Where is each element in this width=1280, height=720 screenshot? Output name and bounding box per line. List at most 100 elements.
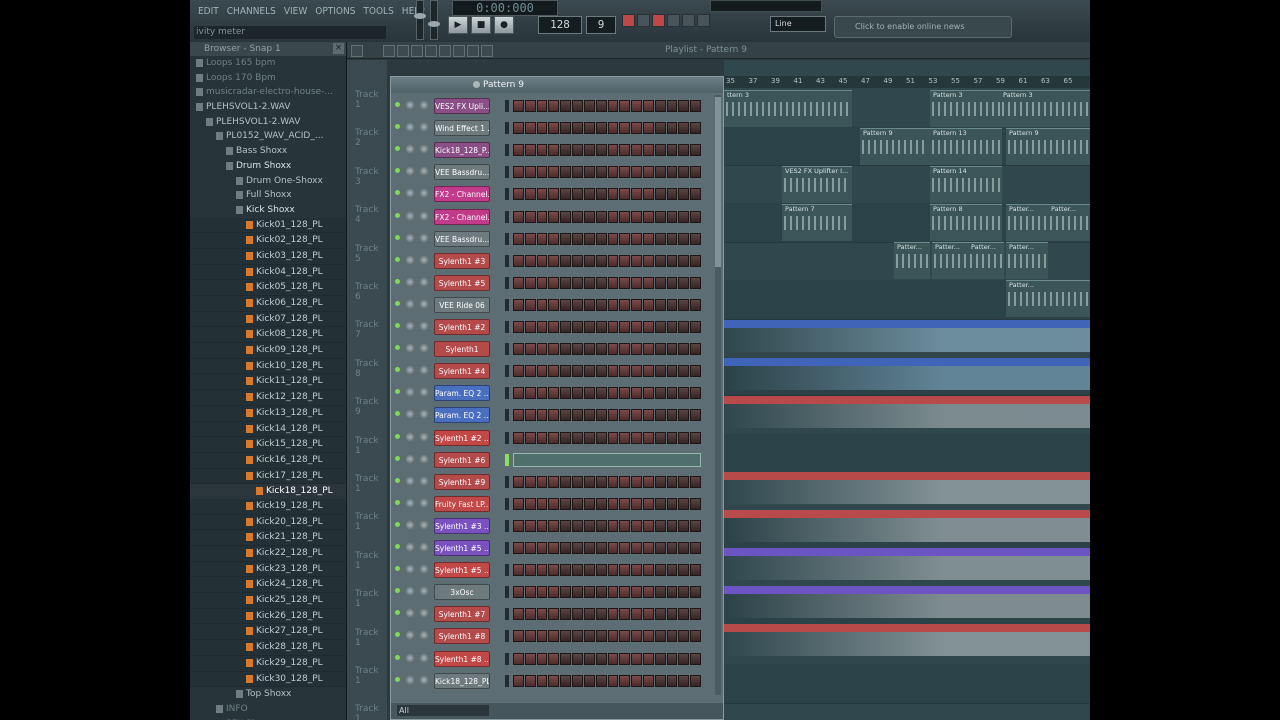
step-button[interactable] [678, 298, 690, 311]
channel-pan-knob[interactable] [405, 254, 415, 265]
step-button[interactable] [572, 144, 583, 157]
step-button[interactable] [513, 188, 524, 201]
channel-button[interactable]: Sylenth1 #8 ... [434, 650, 490, 667]
browser-item[interactable]: Kick09_128_PL [190, 343, 346, 359]
step-button[interactable] [513, 564, 524, 577]
step-button[interactable] [595, 497, 607, 510]
channel-button[interactable]: VES2 FX Upli... [434, 98, 490, 114]
channel-button[interactable]: Sylenth1 #3 ... [434, 517, 490, 534]
step-button[interactable] [595, 232, 607, 245]
step-button[interactable] [666, 431, 678, 444]
channel-pan-knob[interactable] [405, 321, 415, 331]
channel-pan-knob[interactable] [405, 232, 415, 243]
step-button[interactable] [548, 564, 560, 577]
step-button[interactable] [560, 166, 572, 179]
step-button[interactable] [654, 652, 666, 665]
automation-clip-header[interactable] [724, 510, 1090, 518]
step-button[interactable] [631, 475, 642, 488]
channel-mute-toggle[interactable] [395, 455, 400, 461]
channel-select-indicator[interactable] [505, 608, 509, 621]
step-button[interactable] [560, 254, 572, 267]
step-button[interactable] [548, 100, 560, 112]
step-button[interactable] [654, 321, 666, 333]
automation-clip-header[interactable] [724, 320, 1090, 328]
step-button[interactable] [513, 608, 524, 621]
step-button[interactable] [513, 431, 524, 444]
step-button[interactable] [513, 343, 524, 356]
step-button[interactable] [513, 210, 524, 223]
step-button[interactable] [560, 409, 572, 422]
channel-select-indicator[interactable] [505, 453, 509, 466]
automation-clip-header[interactable] [724, 586, 1090, 594]
browser-item[interactable]: Kick25_128_PL [190, 593, 346, 609]
step-button[interactable] [642, 188, 654, 201]
step-button[interactable] [642, 586, 654, 599]
step-button[interactable] [642, 497, 654, 510]
channel-volume-knob[interactable] [419, 298, 429, 309]
step-button[interactable] [513, 475, 524, 488]
step-button[interactable] [642, 210, 654, 223]
browser-item[interactable]: INFO [190, 702, 346, 717]
step-button[interactable] [654, 387, 666, 400]
step-button[interactable] [678, 652, 690, 665]
step-button[interactable] [690, 100, 701, 112]
step-button[interactable] [536, 564, 548, 577]
channel-button[interactable]: Param. EQ 2 ... [434, 407, 490, 424]
step-button[interactable] [583, 630, 595, 643]
step-button[interactable] [548, 232, 560, 245]
step-button[interactable] [631, 497, 642, 510]
step-button[interactable] [678, 519, 690, 532]
step-button[interactable] [536, 188, 548, 201]
channel-pan-knob[interactable] [405, 276, 415, 287]
step-button[interactable] [642, 409, 654, 422]
track-label[interactable]: Track 1 [355, 704, 387, 720]
step-button[interactable] [690, 497, 701, 510]
step-button[interactable] [583, 475, 595, 488]
channel-volume-knob[interactable] [419, 276, 429, 287]
step-button[interactable] [595, 100, 607, 112]
step-button[interactable] [678, 674, 690, 687]
channel-select-indicator[interactable] [505, 232, 509, 245]
channel-scrollbar[interactable] [715, 95, 721, 695]
step-button[interactable] [595, 343, 607, 356]
channel-pan-knob[interactable] [405, 608, 415, 619]
channel-volume-knob[interactable] [419, 232, 429, 243]
pattern-selector[interactable]: 9 [586, 16, 616, 34]
step-button[interactable] [607, 298, 619, 311]
record-button[interactable]: ● [494, 16, 514, 34]
step-button[interactable] [642, 100, 654, 112]
step-button[interactable] [513, 254, 524, 267]
step-button[interactable] [619, 519, 631, 532]
channel-select-indicator[interactable] [505, 519, 509, 532]
step-button[interactable] [619, 210, 631, 223]
step-button[interactable] [654, 210, 666, 223]
step-button[interactable] [631, 276, 642, 289]
step-button[interactable] [572, 122, 583, 135]
step-button[interactable] [524, 254, 536, 267]
step-button[interactable] [631, 254, 642, 267]
playlist-clip[interactable]: Pattern 9 [1006, 128, 1090, 165]
step-button[interactable] [607, 497, 619, 510]
step-button[interactable] [560, 431, 572, 444]
browser-item[interactable]: Top Shoxx [190, 687, 346, 702]
playlist-lane[interactable] [724, 664, 1090, 704]
step-button[interactable] [583, 586, 595, 599]
step-button[interactable] [595, 475, 607, 488]
step-button[interactable] [595, 298, 607, 311]
step-button[interactable] [513, 122, 524, 135]
step-button[interactable] [548, 166, 560, 179]
step-button[interactable] [572, 542, 583, 554]
step-button[interactable] [583, 519, 595, 532]
channel-button[interactable]: 3xOsc [434, 584, 490, 601]
browser-item[interactable]: Kick13_128_PL [190, 405, 346, 422]
step-button[interactable] [666, 608, 678, 621]
step-button[interactable] [524, 365, 536, 378]
record-mode-button[interactable] [622, 14, 635, 27]
step-button[interactable] [536, 232, 548, 245]
step-button[interactable] [583, 166, 595, 179]
step-button[interactable] [678, 144, 690, 157]
step-button[interactable] [690, 630, 701, 643]
step-button[interactable] [583, 497, 595, 510]
step-button[interactable] [513, 409, 524, 422]
step-button[interactable] [690, 608, 701, 621]
